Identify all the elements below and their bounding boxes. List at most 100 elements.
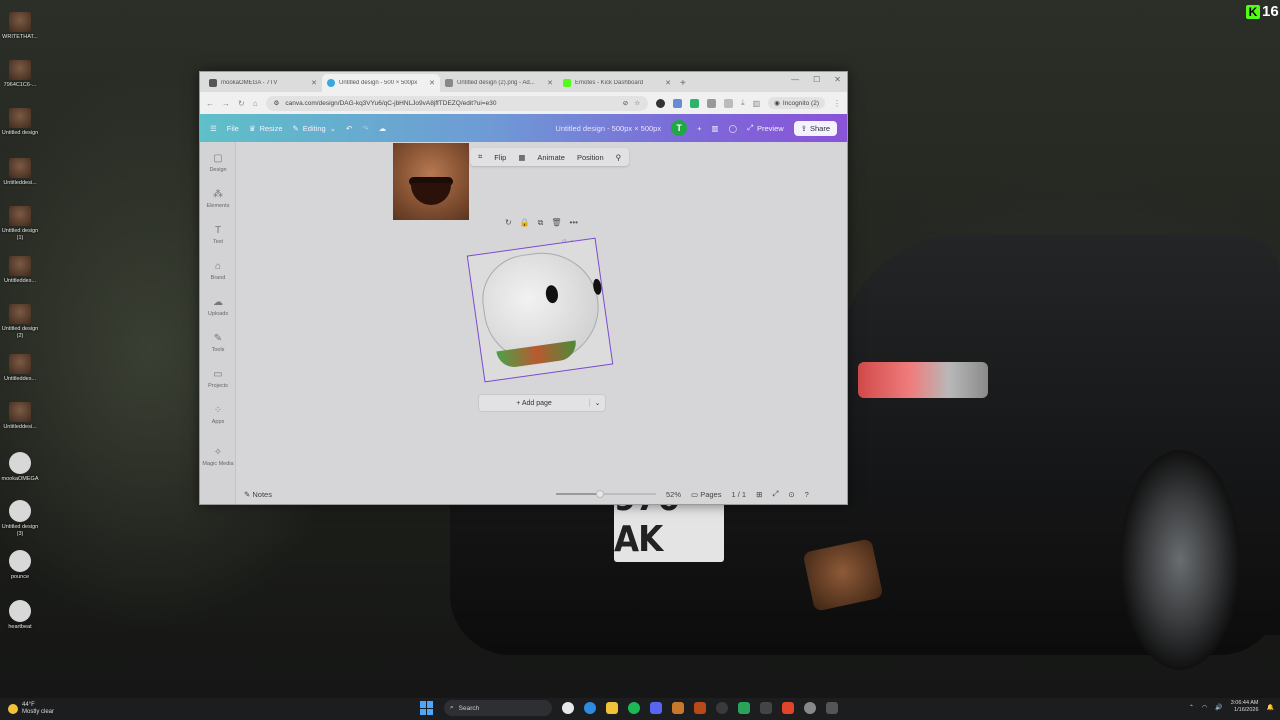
app-icon[interactable] xyxy=(672,702,684,714)
tab-kick[interactable]: Emotes - Kick Dashboard ✕ xyxy=(558,74,676,92)
app-icon[interactable] xyxy=(760,702,772,714)
undo-icon[interactable]: ↶ xyxy=(346,124,352,133)
format-painter-icon[interactable]: ⚲ xyxy=(616,153,622,162)
reload-icon[interactable]: ↻ xyxy=(238,99,245,108)
tab-image[interactable]: Untitled design (2).png - Ad... ✕ xyxy=(440,74,558,92)
pages-button[interactable]: ▭ Pages xyxy=(691,490,721,499)
chevron-down-icon[interactable]: ⌄ xyxy=(589,399,605,407)
desktop-icon[interactable]: WRITETHAT... xyxy=(0,12,40,41)
tab-canva[interactable]: Untitled design - 500 × 500px ✕ xyxy=(322,74,440,92)
spotify-icon[interactable] xyxy=(628,702,640,714)
close-icon[interactable]: ✕ xyxy=(665,79,671,87)
sidebar-item-design[interactable]: ▢ Design xyxy=(200,152,236,173)
avatar[interactable]: T xyxy=(671,120,688,136)
chrome-icon[interactable] xyxy=(562,702,574,714)
windows-start-icon[interactable] xyxy=(420,701,434,715)
star-icon[interactable]: ☆ xyxy=(634,99,640,107)
split-view-icon[interactable]: ▥ xyxy=(753,99,761,108)
document-title[interactable]: Untitled design - 500px × 500px xyxy=(555,124,661,133)
extension-icon[interactable] xyxy=(690,98,700,108)
resize-button[interactable]: ♛ Resize xyxy=(249,124,283,133)
sidebar-icon[interactable] xyxy=(724,98,734,108)
desktop-icon[interactable]: heartbeat xyxy=(0,600,40,631)
app-icon[interactable] xyxy=(694,702,706,714)
more-options-icon[interactable]: ••• xyxy=(570,218,578,228)
dragged-emote-image[interactable] xyxy=(393,143,469,220)
extension-icon[interactable] xyxy=(656,98,666,108)
home-icon[interactable]: ⌂ xyxy=(253,99,258,108)
close-icon[interactable]: ✕ xyxy=(311,79,317,87)
obs-icon[interactable] xyxy=(716,702,728,714)
app-icon[interactable] xyxy=(738,702,750,714)
zoom-slider-knob[interactable] xyxy=(595,490,604,498)
rotate-icon[interactable]: ↻ xyxy=(505,218,512,228)
site-info-icon[interactable]: ⚙ xyxy=(274,99,280,107)
desktop-icon[interactable]: pounce xyxy=(0,550,40,581)
url-field[interactable]: ⚙ canva.com/design/DAG-kq3VYu6/qC-jbHNLJ… xyxy=(265,95,649,111)
desktop-icon[interactable]: Untitleddesi... xyxy=(0,402,40,431)
desktop-icon[interactable]: Untitled design (2) xyxy=(0,304,40,340)
new-tab-button[interactable]: + xyxy=(680,74,686,92)
sidebar-item-projects[interactable]: ▭ Projects xyxy=(200,368,236,389)
desktop-icon[interactable]: Untitleddes... xyxy=(0,256,40,285)
zoom-slider[interactable] xyxy=(555,490,656,498)
cloud-saved-icon[interactable]: ☁ xyxy=(379,124,387,133)
crop-icon[interactable]: ⌗ xyxy=(478,152,482,162)
notification-bell-icon[interactable]: 🔔 xyxy=(1267,704,1274,711)
position-button[interactable]: Position xyxy=(577,153,604,162)
sidebar-item-tools[interactable]: ✎ Tools xyxy=(200,332,236,353)
incognito-badge[interactable]: ◉ Incognito (2) xyxy=(768,97,825,109)
tab-7tv[interactable]: mookaOMEGA - 7TV ✕ xyxy=(204,74,322,92)
check-icon[interactable]: ⊙ xyxy=(788,490,794,499)
desktop-icon[interactable]: Untitled design (1) xyxy=(0,206,40,242)
close-icon[interactable]: ✕ xyxy=(547,79,553,87)
redo-icon[interactable]: ↷ xyxy=(362,124,368,133)
desktop-icon[interactable]: Untitleddes... xyxy=(0,354,40,383)
add-page-button[interactable]: + Add page ⌄ xyxy=(478,394,606,412)
help-icon[interactable]: ? xyxy=(805,490,809,499)
desktop-icon[interactable]: 7964C1C6-... xyxy=(0,60,40,89)
maximize-icon[interactable]: ☐ xyxy=(813,75,820,84)
main-menu-icon[interactable]: ☰ xyxy=(210,124,217,133)
insights-icon[interactable]: ▥ xyxy=(712,124,719,133)
fullscreen-icon[interactable]: ⤢ xyxy=(772,489,778,499)
sidebar-item-elements[interactable]: ⁂ Elements xyxy=(200,188,236,209)
notes-button[interactable]: ✎ Notes xyxy=(244,490,272,499)
extension-icon[interactable] xyxy=(673,98,683,108)
desktop-icon[interactable]: Untitled design xyxy=(0,108,40,137)
desktop-icon[interactable]: Untitled design (3) xyxy=(0,500,40,538)
sidebar-item-brand[interactable]: ⌂ Brand xyxy=(200,260,236,281)
preview-button[interactable]: ⤢ Preview xyxy=(747,123,784,133)
add-collaborator-icon[interactable]: + xyxy=(697,124,701,133)
sidebar-item-magic-media[interactable]: ✧ Magic Media xyxy=(200,446,236,467)
duplicate-icon[interactable]: ⧉ xyxy=(538,218,544,228)
flip-button[interactable]: Flip xyxy=(494,153,506,162)
taskbar-search[interactable]: ⌕ Search xyxy=(444,700,552,716)
file-explorer-icon[interactable] xyxy=(606,702,618,714)
sidebar-item-text[interactable]: T Text xyxy=(200,224,236,245)
desktop-icon[interactable]: Untitleddesi... xyxy=(0,158,40,187)
trash-icon[interactable]: 🗑 xyxy=(551,218,561,228)
animate-button[interactable]: Animate xyxy=(537,153,565,162)
discord-icon[interactable] xyxy=(650,702,662,714)
share-button[interactable]: ⇪ Share xyxy=(793,120,837,136)
minimize-icon[interactable]: — xyxy=(791,75,799,84)
lock-icon[interactable]: 🔒 xyxy=(520,218,530,228)
editing-mode-dropdown[interactable]: ✎ Editing ⌄ xyxy=(293,124,337,133)
close-icon[interactable]: ✕ xyxy=(429,79,435,87)
brave-icon[interactable] xyxy=(782,702,794,714)
design-page[interactable] xyxy=(466,237,614,383)
download-icon[interactable]: ⤓ xyxy=(741,98,745,108)
sidebar-item-uploads[interactable]: ☁ Uploads xyxy=(200,296,236,317)
zoom-level[interactable]: 52% xyxy=(666,490,681,499)
weather-widget[interactable]: 44°F Mostly clear xyxy=(8,702,54,716)
file-menu[interactable]: File xyxy=(227,124,239,133)
eye-off-icon[interactable]: ⊘ xyxy=(623,99,628,107)
transparency-icon[interactable]: ▦ xyxy=(518,153,525,162)
chevron-up-icon[interactable]: ⌃ xyxy=(1189,704,1194,711)
browser-menu-icon[interactable]: ⋮ xyxy=(833,99,841,108)
volume-icon[interactable]: 🔊 xyxy=(1215,704,1222,711)
desktop-icon[interactable]: mookaOMEGA xyxy=(0,452,40,483)
edge-icon[interactable] xyxy=(584,702,596,714)
comments-icon[interactable]: ◯ xyxy=(729,124,737,133)
